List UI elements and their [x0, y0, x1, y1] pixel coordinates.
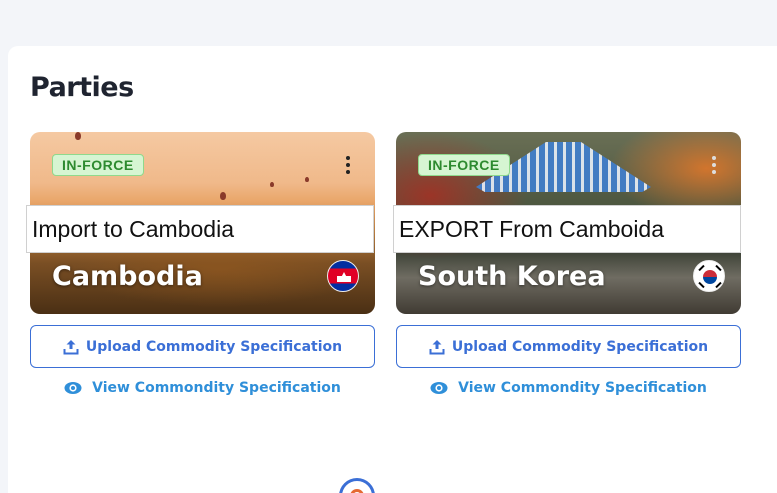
view-link-label: View Commondity Specification	[458, 380, 707, 396]
status-badge: IN-FORCE	[52, 154, 144, 176]
south-korea-flag-icon	[693, 260, 725, 292]
more-vertical-icon[interactable]	[709, 156, 719, 174]
view-commodity-link[interactable]: View Commondity Specification	[30, 378, 375, 398]
balloon-decoration	[270, 182, 274, 187]
upload-commodity-button[interactable]: Upload Commodity Specification	[396, 325, 741, 368]
cambodia-flag-icon	[327, 260, 359, 292]
eye-icon	[430, 381, 448, 395]
upload-icon	[429, 339, 445, 355]
upload-button-label: Upload Commodity Specification	[451, 338, 709, 355]
country-name: Cambodia	[52, 261, 203, 292]
status-badge: IN-FORCE	[418, 154, 510, 176]
view-link-label: View Commondity Specification	[92, 380, 341, 396]
upload-button-label: Upload Commodity Specification	[85, 338, 343, 355]
balloon-decoration	[75, 132, 81, 140]
balloon-decoration	[220, 192, 226, 200]
eye-icon	[64, 381, 82, 395]
balloon-decoration	[305, 177, 309, 182]
page-title: Parties	[30, 72, 134, 103]
upload-commodity-button[interactable]: Upload Commodity Specification	[30, 325, 375, 368]
view-commodity-link[interactable]: View Commondity Specification	[396, 378, 741, 398]
country-name: South Korea	[418, 261, 606, 292]
upload-icon	[63, 339, 79, 355]
more-vertical-icon[interactable]	[343, 156, 353, 174]
overlay-label-import: Import to Cambodia	[26, 205, 374, 253]
overlay-label-export: EXPORT From Camboida	[393, 205, 741, 253]
help-icon	[350, 489, 364, 493]
